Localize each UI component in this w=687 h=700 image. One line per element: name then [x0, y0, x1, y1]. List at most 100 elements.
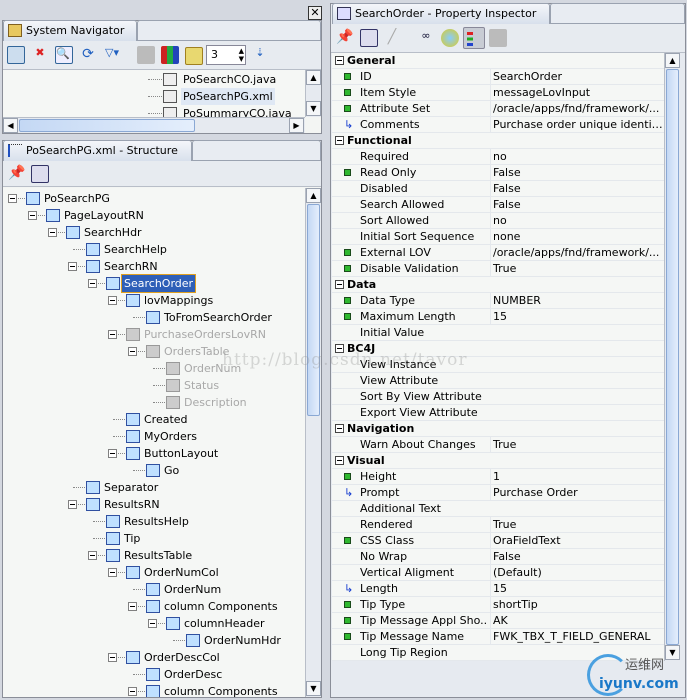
tab-property-inspector[interactable]: SearchOrder - Property Inspector: [332, 3, 550, 24]
property-row[interactable]: Item Style messageLovInput: [332, 85, 664, 101]
collapse-toggle[interactable]: [88, 551, 97, 560]
property-row[interactable]: No Wrap False: [332, 549, 664, 565]
categorize-icon[interactable]: [463, 27, 485, 49]
property-row[interactable]: ↳ Prompt Purchase Order: [332, 485, 664, 501]
collapse-toggle[interactable]: [335, 136, 344, 145]
property-value[interactable]: shortTip: [490, 597, 664, 613]
property-row[interactable]: Export View Attribute: [332, 405, 664, 421]
tree-node[interactable]: Created: [3, 411, 303, 428]
structure-vscroll[interactable]: ▲ ▼: [305, 188, 321, 697]
property-value[interactable]: (Default): [490, 565, 664, 581]
refresh-icon[interactable]: ⟳: [79, 46, 97, 64]
collapse-toggle[interactable]: [335, 280, 344, 289]
collapse-toggle[interactable]: [335, 424, 344, 433]
new-icon[interactable]: [7, 46, 25, 64]
property-value[interactable]: 15: [490, 309, 664, 325]
pin-icon[interactable]: 📌: [8, 165, 26, 183]
property-row[interactable]: Maximum Length 15: [332, 309, 664, 325]
navigator-file-item[interactable]: PoSummaryCO.java: [3, 105, 303, 117]
tree-node[interactable]: column Components: [3, 683, 303, 697]
navigator-file-item[interactable]: PoSearchPG.xml: [3, 88, 303, 105]
property-row[interactable]: Attribute Set/oracle/apps/fnd/framework/…: [332, 101, 664, 117]
collapse-toggle[interactable]: [108, 568, 117, 577]
property-row[interactable]: Data Type NUMBER: [332, 293, 664, 309]
tree-node[interactable]: ButtonLayout: [3, 445, 303, 462]
collapse-toggle[interactable]: [108, 449, 117, 458]
property-row[interactable]: Disabled False: [332, 181, 664, 197]
property-row[interactable]: Height 1: [332, 469, 664, 485]
tree-node[interactable]: lovMappings: [3, 292, 303, 309]
libraries-icon[interactable]: [161, 46, 179, 64]
collapse-toggle[interactable]: [335, 456, 344, 465]
property-value[interactable]: Purchase order unique identifi...: [490, 117, 664, 133]
tree-node[interactable]: MyOrders: [3, 428, 303, 445]
property-value[interactable]: False: [490, 181, 664, 197]
property-value[interactable]: SearchOrder: [490, 69, 664, 85]
new-view-icon[interactable]: [31, 165, 49, 183]
property-row[interactable]: Tip Message Name FWK_TBX_T_FIELD_GENERAL: [332, 629, 664, 645]
tree-node[interactable]: OrderNumCol: [3, 564, 303, 581]
property-value[interactable]: True: [490, 437, 664, 453]
property-row[interactable]: Initial Sort Sequence none: [332, 229, 664, 245]
navigator-file-item[interactable]: PoSearchCO.java: [3, 71, 303, 88]
collapse-toggle[interactable]: [108, 330, 117, 339]
property-value[interactable]: no: [490, 213, 664, 229]
property-category[interactable]: Navigation: [332, 421, 664, 437]
property-value[interactable]: 15: [490, 581, 664, 597]
tab-system-navigator[interactable]: System Navigator: [3, 20, 137, 41]
property-row[interactable]: ID SearchOrder: [332, 69, 664, 85]
collapse-toggle[interactable]: [8, 194, 17, 203]
property-row[interactable]: Rendered True: [332, 517, 664, 533]
comment-icon[interactable]: [489, 29, 507, 47]
properties-icon[interactable]: [137, 46, 155, 64]
property-category[interactable]: Visual: [332, 453, 664, 469]
tab-structure[interactable]: PoSearchPG.xml - Structure: [3, 140, 192, 161]
property-row[interactable]: Sort By View Attribute: [332, 389, 664, 405]
collapse-toggle[interactable]: [148, 619, 157, 628]
property-row[interactable]: ↳ Length 15: [332, 581, 664, 597]
tree-node[interactable]: OrderNumHdr: [3, 632, 303, 649]
tree-node[interactable]: Separator: [3, 479, 303, 496]
property-value[interactable]: no: [490, 149, 664, 165]
tree-node[interactable]: Go: [3, 462, 303, 479]
collapse-toggle[interactable]: [68, 500, 77, 509]
property-row[interactable]: Warn About Changes True: [332, 437, 664, 453]
property-value[interactable]: AK: [490, 613, 664, 629]
binoculars-icon[interactable]: ∞: [417, 29, 435, 47]
property-value[interactable]: False: [490, 165, 664, 181]
tree-node[interactable]: PageLayoutRN: [3, 207, 303, 224]
collapse-toggle[interactable]: [335, 56, 344, 65]
collapse-toggle[interactable]: [48, 228, 57, 237]
property-row[interactable]: Required no: [332, 149, 664, 165]
tree-node[interactable]: SearchHelp: [3, 241, 303, 258]
pin-icon[interactable]: 📌: [336, 29, 354, 47]
property-value[interactable]: False: [490, 549, 664, 565]
folder-icon[interactable]: [185, 47, 203, 65]
tree-node[interactable]: ResultsHelp: [3, 513, 303, 530]
tree-node[interactable]: ResultsTable: [3, 547, 303, 564]
property-row[interactable]: Additional Text: [332, 501, 664, 517]
find-icon[interactable]: 🔍: [55, 46, 73, 64]
color-icon[interactable]: [441, 29, 459, 47]
spinner-arrows[interactable]: ▲ ▼: [239, 47, 244, 63]
depth-spinner[interactable]: 3 ▲ ▼: [206, 45, 246, 65]
property-row[interactable]: Read Only False: [332, 165, 664, 181]
property-value[interactable]: True: [490, 261, 664, 277]
tree-node[interactable]: SearchRN: [3, 258, 303, 275]
tree-node[interactable]: Tip: [3, 530, 303, 547]
property-value[interactable]: 1: [490, 469, 664, 485]
property-value[interactable]: True: [490, 517, 664, 533]
tree-node[interactable]: OrderDescCol: [3, 649, 303, 666]
tree-node[interactable]: OrderDesc: [3, 666, 303, 683]
tree-node[interactable]: column Components: [3, 598, 303, 615]
property-value[interactable]: /oracle/apps/fnd/framework/...: [490, 245, 664, 261]
inspector-vscroll[interactable]: ▲ ▼: [664, 53, 680, 661]
property-row[interactable]: Search Allowed False: [332, 197, 664, 213]
property-row[interactable]: External LOV/oracle/apps/fnd/framework/.…: [332, 245, 664, 261]
property-category[interactable]: Functional: [332, 133, 664, 149]
tree-node[interactable]: Status: [3, 377, 303, 394]
close-button[interactable]: ✕: [308, 6, 322, 20]
property-row[interactable]: Initial Value: [332, 325, 664, 341]
collapse-toggle[interactable]: [108, 296, 117, 305]
tree-node[interactable]: PurchaseOrdersLovRN: [3, 326, 303, 343]
